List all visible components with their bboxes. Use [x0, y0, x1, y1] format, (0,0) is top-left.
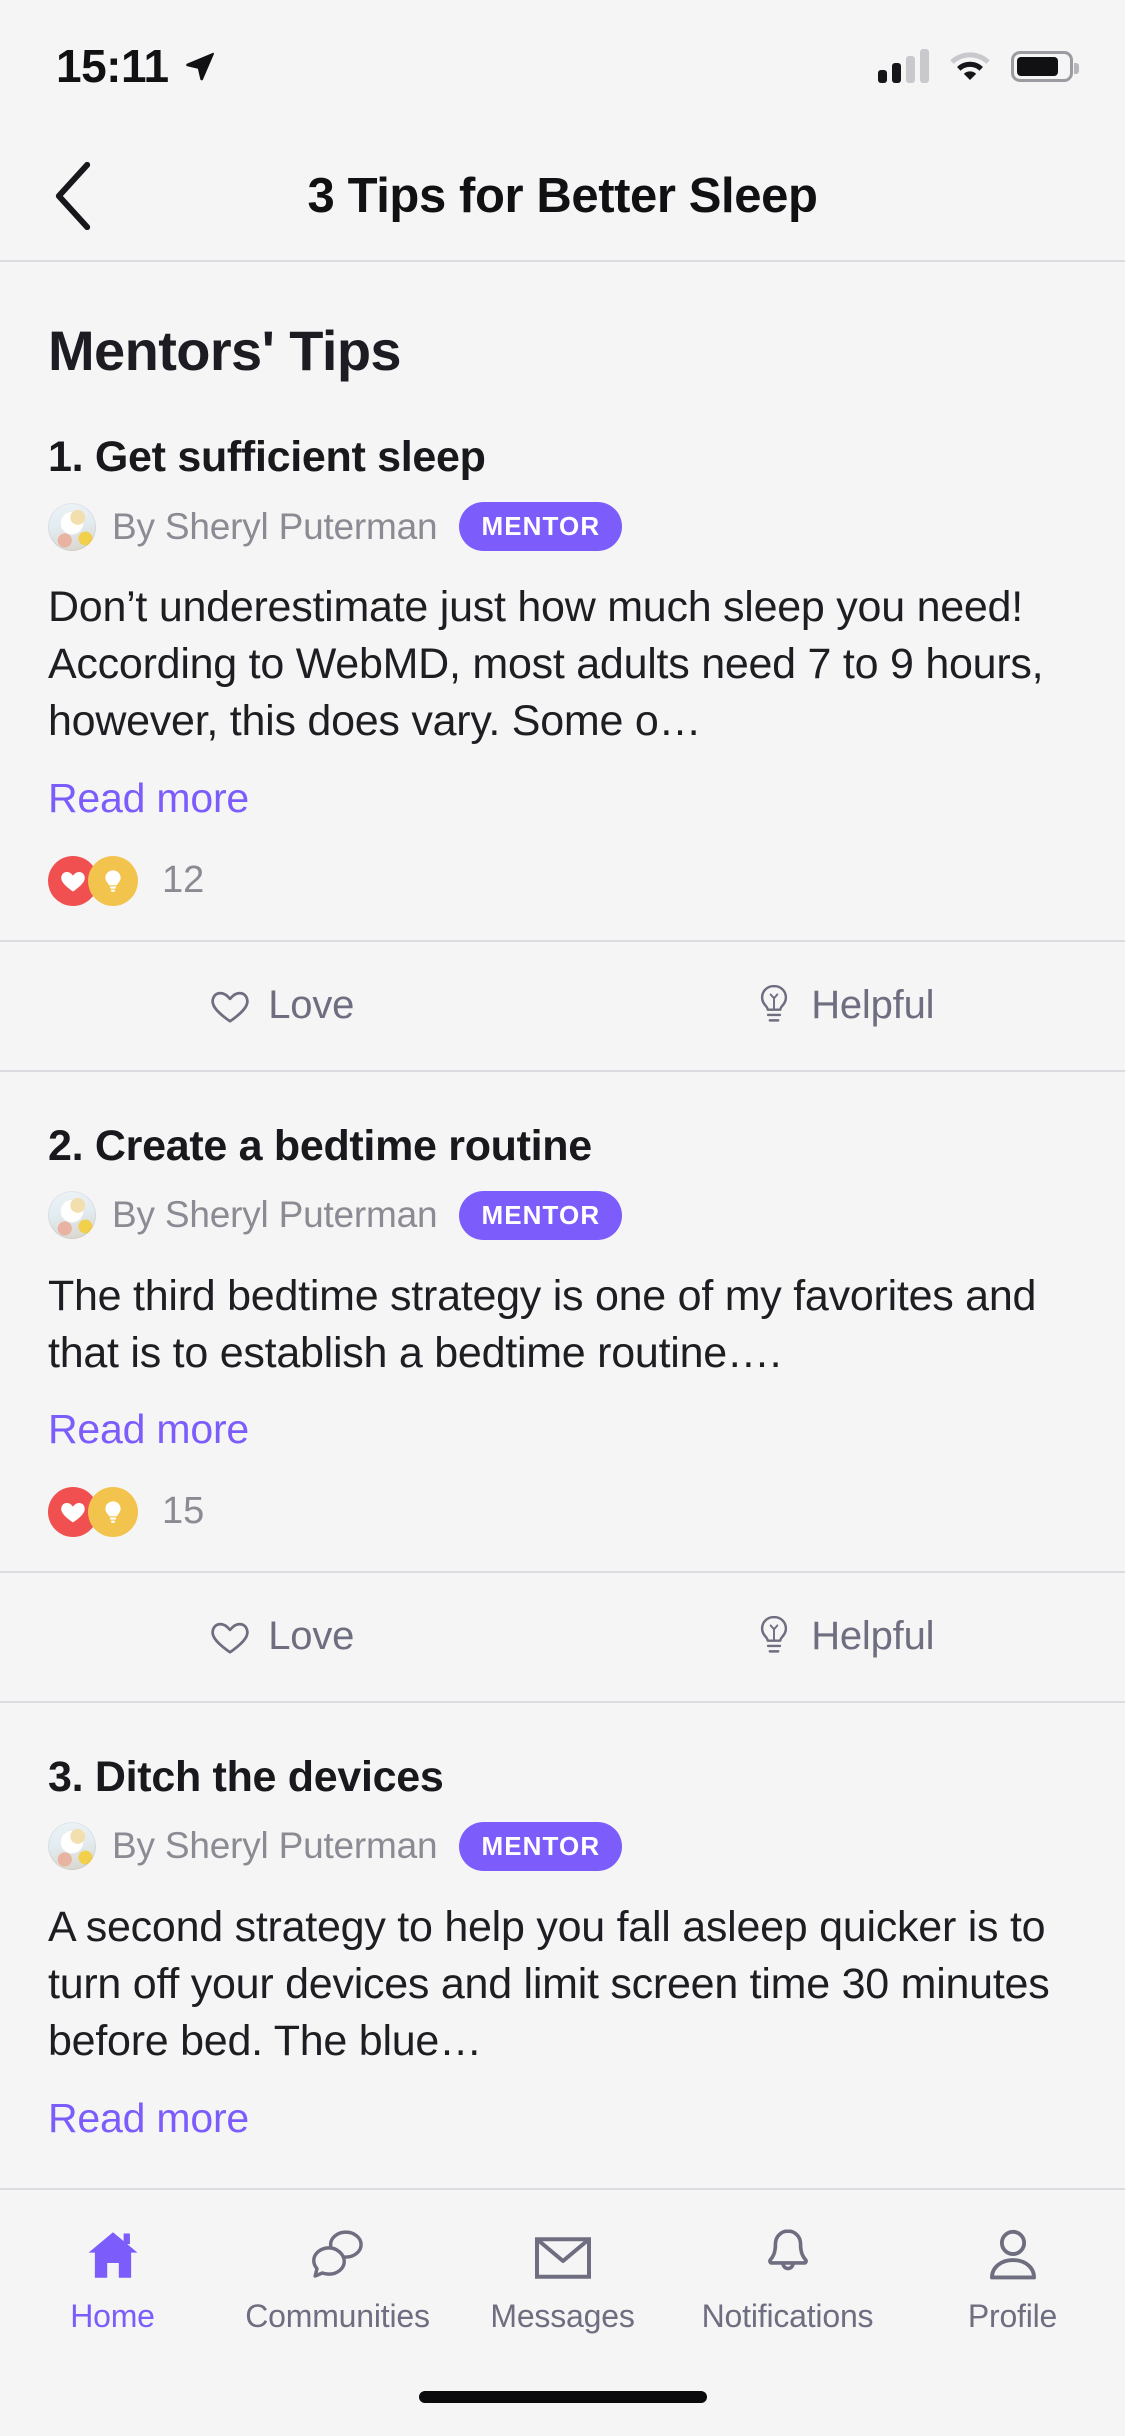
tips-scroll-area[interactable]: Mentors' Tips 1. Get sufficient sleep By… — [0, 262, 1125, 2188]
section-title: Mentors' Tips — [48, 319, 402, 382]
read-more-link[interactable]: Read more — [48, 1406, 1077, 1453]
reaction-pills — [48, 855, 138, 906]
heart-outline-icon — [211, 1622, 249, 1654]
nav-bar: 3 Tips for Better Sleep — [0, 132, 1125, 262]
tab-label-notifications: Notifications — [701, 2297, 874, 2334]
person-icon — [985, 2222, 1041, 2284]
reaction-count: 12 — [162, 859, 205, 902]
tip-header: 3. Ditch the devices By Sheryl Puterman … — [48, 1703, 1077, 1871]
user-avatar-photo — [48, 502, 96, 551]
tip-author: By Sheryl Puterman — [112, 1194, 438, 1236]
chevron-left-icon — [55, 162, 91, 230]
status-bar-right — [878, 49, 1079, 83]
tip-action-bar: Love Helpful — [0, 1570, 1125, 1703]
lightbulb-filled-icon — [88, 855, 138, 906]
tab-profile[interactable]: Profile — [900, 2190, 1125, 2358]
tip-header: 1. Get sufficient sleep By Sheryl Puterm… — [48, 383, 1077, 551]
user-avatar-photo — [48, 1191, 96, 1240]
reaction-summary[interactable]: 12 — [48, 855, 1077, 940]
status-bar-left: 15:11 — [56, 39, 217, 93]
reaction-count: 15 — [162, 1490, 205, 1533]
tip-card[interactable]: 1. Get sufficient sleep By Sheryl Puterm… — [0, 383, 1125, 940]
home-indicator-area — [0, 2358, 1125, 2436]
home-indicator[interactable] — [418, 2391, 707, 2403]
tip-card[interactable]: 3. Ditch the devices By Sheryl Puterman … — [0, 1703, 1125, 2142]
tip-title: 2. Create a bedtime routine — [48, 1121, 592, 1170]
tab-label-profile: Profile — [967, 2297, 1058, 2334]
home-icon — [83, 2222, 143, 2284]
tab-label-messages: Messages — [490, 2297, 635, 2334]
user-avatar-photo — [48, 1822, 96, 1871]
tip-byline: By Sheryl Puterman MENTOR — [48, 1821, 1077, 1871]
tip-body: The third bedtime strategy is one of my … — [48, 1271, 1037, 1377]
tip-card[interactable]: 2. Create a bedtime routine By Sheryl Pu… — [0, 1072, 1125, 1571]
mentor-badge: MENTOR — [459, 1190, 623, 1240]
read-more-link[interactable]: Read more — [48, 2095, 1077, 2142]
helpful-label: Helpful — [811, 983, 935, 1028]
wifi-icon — [950, 52, 990, 80]
heart-outline-icon — [211, 991, 249, 1023]
page-title: 3 Tips for Better Sleep — [307, 169, 818, 223]
mentor-badge: MENTOR — [459, 502, 623, 551]
tip-byline: By Sheryl Puterman MENTOR — [48, 1190, 1077, 1240]
read-more-link[interactable]: Read more — [48, 775, 1077, 822]
lightbulb-outline-icon — [761, 984, 788, 1022]
chat-bubbles-icon — [308, 2222, 368, 2284]
tip-author: By Sheryl Puterman — [112, 505, 438, 547]
helpful-button[interactable]: Helpful — [563, 1573, 1125, 1701]
status-bar: 15:11 — [0, 0, 1125, 132]
tab-messages[interactable]: Messages — [450, 2190, 675, 2358]
love-label: Love — [268, 1614, 355, 1659]
cellular-signal-icon — [878, 49, 929, 83]
tip-byline: By Sheryl Puterman MENTOR — [48, 502, 1077, 551]
love-button[interactable]: Love — [0, 1573, 563, 1701]
back-button[interactable] — [34, 157, 112, 235]
app-screen: 15:11 3 Tips for Better Sleep Mentors' T… — [0, 0, 1125, 2436]
envelope-icon — [533, 2222, 593, 2284]
tip-header: 2. Create a bedtime routine By Sheryl Pu… — [48, 1072, 1077, 1240]
bell-icon — [760, 2222, 816, 2284]
love-button[interactable]: Love — [0, 942, 563, 1070]
tip-title: 3. Ditch the devices — [48, 1752, 444, 1801]
reaction-pills — [48, 1486, 138, 1537]
tab-home[interactable]: Home — [0, 2190, 225, 2358]
helpful-button[interactable]: Helpful — [563, 942, 1125, 1070]
tip-body: A second strategy to help you fall aslee… — [48, 1902, 1050, 2066]
status-time: 15:11 — [56, 40, 169, 92]
battery-icon — [1011, 50, 1079, 82]
tab-label-home: Home — [70, 2297, 155, 2334]
tip-title: 1. Get sufficient sleep — [48, 433, 486, 481]
mentor-badge: MENTOR — [459, 1821, 623, 1871]
helpful-label: Helpful — [811, 1614, 935, 1659]
lightbulb-filled-icon — [88, 1486, 138, 1537]
location-arrow-icon — [185, 52, 214, 81]
reaction-summary[interactable]: 15 — [48, 1486, 1077, 1571]
tip-action-bar: Love Helpful — [0, 939, 1125, 1072]
bottom-tab-bar: Home Communities Messages Notifications … — [0, 2188, 1125, 2358]
tip-body: Don’t underestimate just how much sleep … — [48, 583, 1044, 746]
love-label: Love — [268, 983, 355, 1028]
lightbulb-outline-icon — [761, 1615, 788, 1653]
tip-author: By Sheryl Puterman — [112, 1825, 438, 1867]
tab-label-communities: Communities — [245, 2297, 430, 2334]
tab-communities[interactable]: Communities — [225, 2190, 450, 2358]
tab-notifications[interactable]: Notifications — [675, 2190, 900, 2358]
